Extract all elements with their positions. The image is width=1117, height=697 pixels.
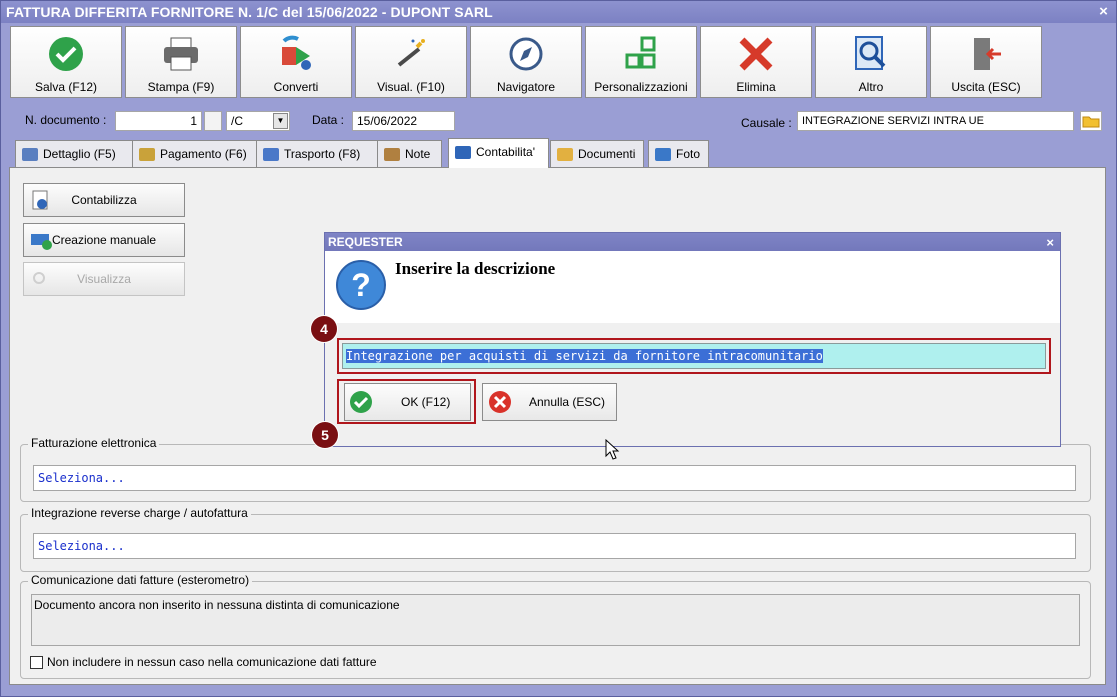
card-add-icon xyxy=(31,234,52,250)
mouse-cursor-icon xyxy=(605,439,620,460)
manual-creation-button[interactable]: Creazione manuale xyxy=(23,223,185,257)
close-window-button[interactable]: × xyxy=(1099,1,1108,23)
e-invoicing-select[interactable]: Seleziona... xyxy=(33,465,1076,491)
dialog-close-button[interactable]: × xyxy=(1046,233,1054,252)
cancel-x-icon xyxy=(489,391,511,413)
view-button[interactable]: Visual. (F10) xyxy=(355,26,467,98)
exit-button[interactable]: Uscita (ESC) xyxy=(930,26,1042,98)
step4-highlight xyxy=(337,338,1051,374)
document-gear-icon xyxy=(32,190,48,210)
tab-documenti[interactable]: Documenti xyxy=(550,140,644,167)
tab-pagamento[interactable]: Pagamento (F6) xyxy=(132,140,257,167)
folder-icon xyxy=(557,148,573,162)
navigator-button[interactable]: Navigatore xyxy=(470,26,582,98)
invoice-window: FATTURA DIFFERITA FORNITORE N. 1/C del 1… xyxy=(0,0,1117,697)
coins-icon xyxy=(139,148,155,162)
communication-status-text: Documento ancora non inserito in nessuna… xyxy=(31,594,1080,646)
exclude-checkbox[interactable] xyxy=(30,656,43,669)
document-header-row: N. documento : 1 /C ▼ Data : 15/06/2022 … xyxy=(1,109,1116,135)
calendar-icon xyxy=(22,148,38,162)
svg-text:?: ? xyxy=(351,267,371,303)
magnifier-icon xyxy=(33,272,45,284)
title-bar: FATTURA DIFFERITA FORNITORE N. 1/C del 1… xyxy=(1,1,1116,23)
chevron-down-icon[interactable]: ▼ xyxy=(273,113,288,129)
date-field[interactable]: 15/06/2022 xyxy=(352,111,455,131)
dialog-title-bar: REQUESTER × xyxy=(325,233,1060,251)
reverse-charge-select[interactable]: Seleziona... xyxy=(33,533,1076,559)
series-select[interactable]: /C ▼ xyxy=(226,111,290,131)
magnifier-icon xyxy=(816,35,926,73)
convert-button[interactable]: Converti xyxy=(240,26,352,98)
note-icon xyxy=(384,148,400,162)
camera-icon xyxy=(655,148,671,162)
exclude-checkbox-label: Non includere in nessun caso nella comun… xyxy=(47,655,377,669)
dialog-header: ? Inserire la descrizione xyxy=(325,251,1060,323)
view-entries-button[interactable]: Visualizza xyxy=(23,262,185,296)
dialog-message: Inserire la descrizione xyxy=(395,259,556,278)
tab-strip: Dettaglio (F5) Pagamento (F6) Trasporto … xyxy=(15,138,1116,168)
e-invoicing-group: Fatturazione elettronica Seleziona... xyxy=(20,436,1091,502)
tab-trasporto[interactable]: Trasporto (F8) xyxy=(256,140,378,167)
step4-badge: 4 xyxy=(311,316,337,342)
print-button[interactable]: Stampa (F9) xyxy=(125,26,237,98)
step5-highlight xyxy=(337,379,476,424)
delete-x-icon xyxy=(701,35,811,73)
doc-number-spacer xyxy=(204,111,222,131)
tab-contabilita[interactable]: Contabilita' xyxy=(448,138,549,168)
causale-browse-button[interactable] xyxy=(1080,111,1102,131)
compass-icon xyxy=(471,35,581,73)
grid-icon xyxy=(586,35,696,73)
printer-icon xyxy=(126,35,236,73)
date-label: Data : xyxy=(312,113,345,127)
question-icon: ? xyxy=(336,260,386,310)
communication-group: Comunicazione dati fatture (esterometro)… xyxy=(20,573,1091,679)
convert-icon xyxy=(241,35,351,73)
truck-icon xyxy=(263,148,279,162)
delete-button[interactable]: Elimina xyxy=(700,26,812,98)
doc-number-field[interactable]: 1 xyxy=(115,111,202,131)
causale-label: Causale : xyxy=(741,116,792,130)
magic-wand-icon xyxy=(356,35,466,73)
tab-dettaglio[interactable]: Dettaglio (F5) xyxy=(15,140,134,167)
contabilizza-button[interactable]: Contabilizza xyxy=(23,183,185,217)
save-button[interactable]: Salva (F12) xyxy=(10,26,122,98)
ledger-book-icon xyxy=(455,146,471,160)
other-button[interactable]: Altro xyxy=(815,26,927,98)
reverse-charge-group: Integrazione reverse charge / autofattur… xyxy=(20,506,1091,572)
tab-note[interactable]: Note xyxy=(377,140,442,167)
exit-door-icon xyxy=(931,35,1041,73)
cancel-button[interactable]: Annulla (ESC) xyxy=(482,383,617,421)
reverse-charge-label: Integrazione reverse charge / autofattur… xyxy=(28,506,251,520)
causale-field[interactable]: INTEGRAZIONE SERVIZI INTRA UE xyxy=(797,111,1074,131)
window-title: FATTURA DIFFERITA FORNITORE N. 1/C del 1… xyxy=(6,4,493,20)
doc-number-label: N. documento : xyxy=(25,113,107,127)
e-invoicing-label: Fatturazione elettronica xyxy=(28,436,160,450)
tab-foto[interactable]: Foto xyxy=(648,140,709,167)
communication-label: Comunicazione dati fatture (esterometro) xyxy=(28,573,253,587)
folder-icon xyxy=(1082,116,1100,128)
step5-badge: 5 xyxy=(312,422,338,448)
customizations-button[interactable]: Personalizzazioni xyxy=(585,26,697,98)
dialog-title: REQUESTER xyxy=(328,235,403,249)
save-check-icon xyxy=(11,35,121,73)
